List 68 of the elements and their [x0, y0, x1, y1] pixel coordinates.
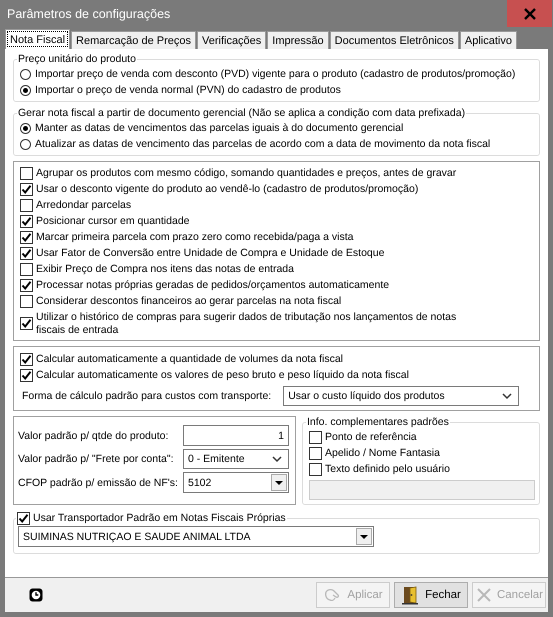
tab[interactable]: Documentos Eletrônicos — [330, 31, 459, 49]
field-label: Forma de cálculo padrão para custos com transporte: — [22, 390, 272, 402]
radio-button[interactable] — [20, 84, 31, 96]
chevron-icon — [502, 392, 512, 400]
dropdown[interactable]: 0 - Emitente — [183, 449, 289, 469]
tab[interactable]: Aplicativo — [460, 31, 517, 49]
radio-button[interactable] — [20, 138, 31, 150]
checkbox-label: Exibir Preço de Compra nos itens das notas de entrada — [36, 262, 294, 276]
checkbox-label: Marcar primeira parcela com prazo zero como recebida/paga a vista — [36, 230, 354, 244]
tab[interactable]: Impressão — [267, 31, 329, 49]
checkbox-label: Usar Transportador Padrão em Notas Fiscais Próprias — [33, 511, 286, 526]
checkbox-label: Agrupar os produtos com mesmo código, somando quantidades e preços, antes de gravar — [36, 166, 456, 180]
checkbox-label: Texto definido pelo usuário — [325, 462, 450, 477]
checkbox-label: Processar notas próprias geradas de pedidos/orçamentos automaticamente — [36, 278, 390, 292]
group-title: Info. complementares padrões — [306, 416, 450, 429]
checkbox-label: Ponto de referência — [325, 430, 417, 445]
radio-label: Importar preço de venda com desconto (PVD) vigente para o produto (cadastro de produtos/promoção) — [35, 67, 516, 82]
checkbox[interactable] — [20, 352, 33, 366]
group-title: Preço unitário do produto — [17, 53, 137, 66]
checkbox-label: Arredondar parcelas — [36, 198, 132, 212]
checkbox[interactable] — [20, 317, 33, 330]
radio-button[interactable] — [20, 122, 31, 134]
checkbox[interactable] — [20, 278, 33, 292]
radio-label: Atualizar as datas de vencimento das parcelas de acordo com a data de movimento da nota fiscal — [35, 137, 490, 152]
combo-box[interactable]: 5102 — [183, 472, 289, 493]
checkbox-label: Usar o desconto vigente do produto ao vendê-lo (cadastro de produtos/promoção) — [36, 182, 418, 196]
close-button[interactable] — [507, 0, 552, 27]
radio-button[interactable] — [20, 68, 31, 80]
window-title: Parâmetros de configurações — [6, 6, 170, 20]
tab[interactable]: Remarcação de Preços — [71, 31, 196, 49]
dropdown[interactable]: Usar o custo líquido dos produtos — [283, 386, 520, 406]
checkbox[interactable] — [20, 262, 33, 276]
field-label: Valor padrão p/ qtde do produto: — [18, 430, 168, 442]
checkbox[interactable] — [20, 368, 33, 382]
checkbox[interactable] — [20, 214, 33, 228]
checkbox[interactable] — [20, 166, 33, 180]
dropdown-icon — [271, 474, 287, 491]
checkbox[interactable] — [20, 182, 33, 196]
dropdown-icon — [356, 528, 372, 545]
checkbox[interactable] — [309, 462, 322, 476]
radio-label: Manter as datas de vencimentos das parcelas iguais à do documento gerencial — [35, 121, 404, 136]
input-field[interactable]: 1 — [183, 425, 289, 446]
checkbox-label: Utilizar o histórico de compras para sugerir dados de tributação nos lançamentos de notas fiscais de entrada — [36, 310, 458, 338]
group-title: Gerar nota fiscal a partir de documento gerencial (Não se aplica a condição com data prefixada) — [17, 107, 466, 120]
tab[interactable]: Nota Fiscal — [5, 29, 70, 49]
close-icon — [524, 8, 536, 20]
tab[interactable]: Verificações — [196, 31, 266, 49]
cancel-icon — [474, 586, 493, 604]
checkbox-label: Usar Fator de Conversão entre Unidade de Compra e Unidade de Estoque — [36, 246, 384, 260]
dialog-button[interactable]: Fechar — [394, 582, 468, 608]
chevron-icon — [272, 456, 282, 462]
checkbox[interactable] — [20, 198, 33, 212]
checkbox-label: Considerar descontos financeiros ao gerar parcelas na nota fiscal — [36, 294, 342, 308]
checkbox[interactable] — [309, 430, 322, 444]
checkbox-label: Posicionar cursor em quantidade — [36, 214, 190, 228]
combo-box[interactable]: SUIMINAS NUTRIÇAO E SAUDE ANIMAL LTDA — [18, 526, 374, 547]
checkbox[interactable] — [309, 446, 322, 460]
field-label: CFOP padrão p/ emissão de NF's: — [18, 476, 178, 488]
field-label: Valor padrão p/ "Frete por conta": — [18, 453, 174, 465]
clock-icon[interactable] — [29, 588, 43, 602]
checkbox[interactable] — [20, 246, 33, 260]
checkbox[interactable] — [17, 512, 30, 524]
checkbox-label: Calcular automaticamente os valores de peso bruto e peso líquido da nota fiscal — [36, 368, 409, 383]
radio-label: Importar o preço de venda normal (PVN) do cadastro de produtos — [35, 83, 341, 98]
checkbox-label: Apelido / Nome Fantasia — [325, 446, 440, 461]
checkbox[interactable] — [20, 294, 33, 308]
checkbox-label: Calcular automaticamente a quantidade de volumes da nota fiscal — [36, 352, 344, 367]
checkbox[interactable] — [20, 230, 33, 244]
